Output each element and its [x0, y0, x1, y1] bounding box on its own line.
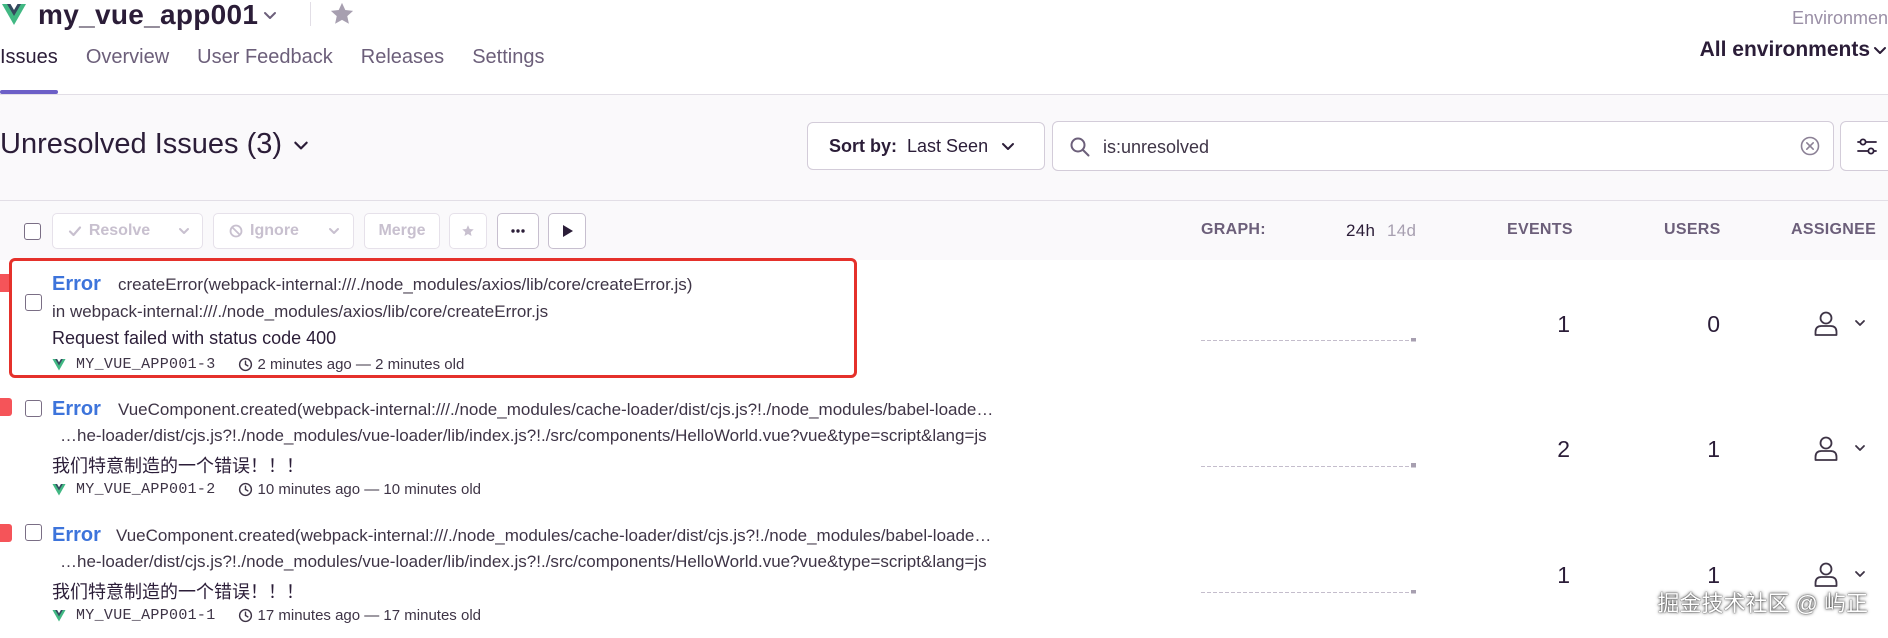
issue-message: 我们特意制造的一个错误！！！ — [52, 456, 304, 476]
play-icon — [563, 225, 573, 237]
graph-range-14d[interactable]: 14d — [1387, 221, 1416, 241]
issue-checkbox[interactable] — [25, 524, 42, 541]
issue-checkbox[interactable] — [25, 400, 42, 417]
highlight-annotation — [9, 258, 857, 378]
resolve-options-button[interactable] — [165, 213, 203, 249]
assignee-selector[interactable] — [1811, 559, 1877, 589]
clock-icon — [238, 608, 252, 623]
issue-level[interactable]: Error — [52, 398, 101, 421]
page-title[interactable]: Unresolved Issues (3) — [0, 128, 310, 161]
clock-icon — [238, 482, 252, 497]
issue-timestamp: 17 minutes ago — 17 minutes old — [257, 607, 481, 624]
page-title-text: Unresolved Issues (3) — [0, 128, 283, 160]
graph-column-header: GRAPH: — [1201, 221, 1266, 238]
chevron-down-icon — [1874, 47, 1886, 54]
tab-overview[interactable]: Overview — [86, 46, 169, 94]
issue-row[interactable]: Error VueComponent.created(webpack-inter… — [0, 512, 1888, 638]
issue-meta: MY_VUE_APP001-1 17 minutes ago — 17 minu… — [52, 607, 481, 624]
checkmark-icon — [68, 226, 81, 237]
issue-title[interactable]: VueComponent.created(webpack-internal://… — [116, 526, 991, 546]
chevron-down-icon — [1855, 445, 1865, 451]
search-query: is:unresolved — [1103, 137, 1210, 157]
environment-label: Environmen — [1791, 8, 1888, 28]
issue-meta: MY_VUE_APP001-2 10 minutes ago — 10 minu… — [52, 481, 481, 498]
project-name: my_vue_app001 — [38, 0, 259, 30]
assignee-column-header: ASSIGNEE — [1791, 221, 1877, 238]
star-icon[interactable] — [328, 0, 356, 28]
user-icon — [1814, 562, 1838, 587]
environment-selector[interactable]: All environments — [1700, 38, 1888, 62]
search-input[interactable]: is:unresolved — [1052, 121, 1834, 171]
issue-level[interactable]: Error — [52, 524, 101, 547]
sort-label: Sort by: — [829, 135, 898, 156]
realtime-play-button[interactable] — [548, 213, 586, 249]
issue-events-count: 1 — [1557, 562, 1570, 588]
filter-button[interactable] — [1840, 121, 1888, 171]
chevron-down-icon — [1855, 571, 1865, 577]
resolve-label: Resolve — [88, 222, 151, 239]
more-icon — [511, 229, 525, 233]
issue-message: 我们特意制造的一个错误！！！ — [52, 582, 304, 602]
sort-dropdown[interactable]: Sort by: Last Seen — [807, 122, 1045, 170]
assignee-selector[interactable] — [1811, 308, 1877, 338]
user-icon — [1814, 436, 1838, 461]
chevron-down-icon — [328, 228, 339, 234]
issue-users-count: 0 — [1707, 311, 1720, 337]
ignore-label: Ignore — [250, 222, 299, 239]
project-selector[interactable]: my_vue_app001 — [2, 0, 278, 30]
more-actions-button[interactable] — [497, 213, 539, 249]
project-header: my_vue_app001 Issues Overview User Feedb… — [0, 0, 1888, 95]
issue-sparkline — [1201, 338, 1416, 342]
issue-short-id[interactable]: MY_VUE_APP001-1 — [76, 607, 216, 624]
bookmark-button[interactable] — [449, 213, 487, 249]
search-icon — [1070, 137, 1090, 157]
issue-sparkline — [1201, 463, 1416, 468]
issue-events-count: 2 — [1557, 436, 1570, 462]
resolve-button[interactable]: Resolve — [52, 213, 166, 249]
chevron-down-icon — [1855, 320, 1865, 326]
issue-sparkline — [1201, 590, 1416, 594]
issue-subtitle: …he-loader/dist/cjs.js?!./node_modules/v… — [60, 552, 987, 571]
clear-search-icon[interactable] — [1799, 135, 1821, 157]
sort-value: Last Seen — [907, 135, 989, 156]
chevron-down-icon — [1002, 143, 1015, 150]
ignore-button[interactable]: Ignore — [213, 213, 315, 249]
tab-releases[interactable]: Releases — [361, 46, 444, 94]
select-all-checkbox[interactable] — [24, 223, 41, 240]
ignore-options-button[interactable] — [314, 213, 354, 249]
issue-level-indicator — [0, 524, 12, 542]
issue-users-count: 1 — [1707, 562, 1720, 588]
header-divider — [310, 2, 311, 26]
assignee-selector[interactable] — [1811, 433, 1877, 463]
filter-sliders-icon — [1857, 138, 1877, 155]
issue-timestamp: 10 minutes ago — 10 minutes old — [257, 481, 481, 498]
watermark-text: 掘金技术社区 @ 屿正 — [1657, 591, 1868, 616]
star-icon — [462, 225, 474, 236]
issue-short-id[interactable]: MY_VUE_APP001-2 — [76, 481, 216, 498]
project-tabs: Issues Overview User Feedback Releases S… — [0, 46, 572, 94]
merge-label: Merge — [378, 222, 426, 239]
vue-logo-icon — [2, 4, 26, 25]
graph-range-24h[interactable]: 24h — [1346, 221, 1375, 241]
vue-logo-icon — [52, 483, 66, 495]
issue-title[interactable]: VueComponent.created(webpack-internal://… — [118, 400, 993, 420]
chevron-down-icon — [264, 12, 277, 19]
issue-row[interactable]: Error VueComponent.created(webpack-inter… — [0, 386, 1888, 513]
tab-issues[interactable]: Issues — [0, 46, 58, 94]
users-column-header: USERS — [1664, 221, 1721, 238]
issue-subtitle: …he-loader/dist/cjs.js?!./node_modules/v… — [60, 426, 987, 445]
tab-settings[interactable]: Settings — [472, 46, 544, 94]
user-icon — [1814, 311, 1838, 336]
events-column-header: EVENTS — [1507, 221, 1573, 238]
issue-level-indicator — [0, 398, 12, 416]
ignore-icon — [229, 224, 243, 238]
merge-button[interactable]: Merge — [364, 213, 440, 249]
tab-user-feedback[interactable]: User Feedback — [197, 46, 333, 94]
environment-value: All environments — [1699, 38, 1870, 61]
issue-users-count: 1 — [1707, 436, 1720, 462]
vue-logo-icon — [52, 609, 66, 621]
chevron-down-icon — [178, 228, 189, 234]
chevron-down-icon — [294, 141, 308, 149]
issue-events-count: 1 — [1557, 311, 1570, 337]
